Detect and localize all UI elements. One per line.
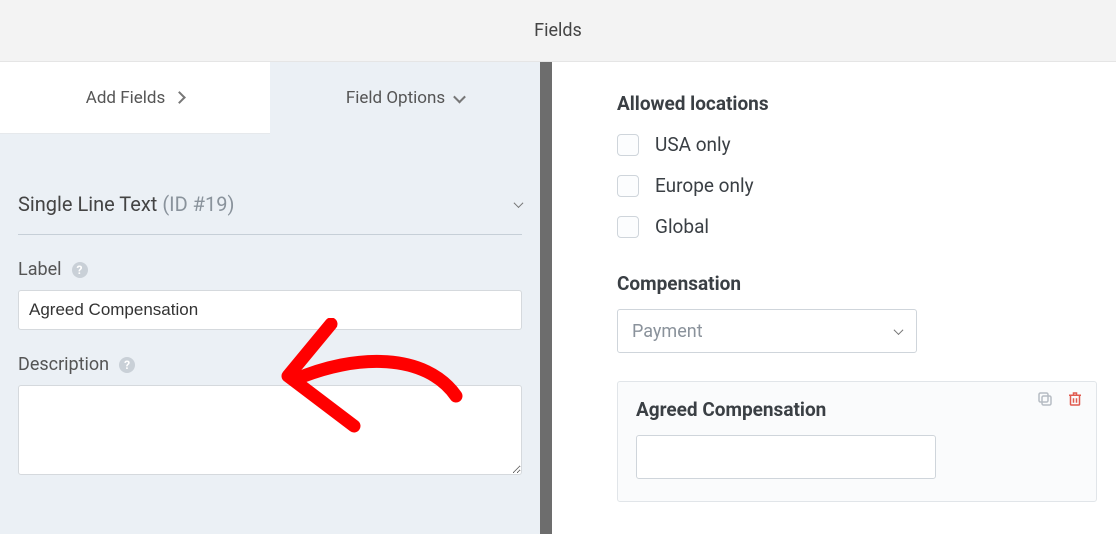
tab-field-options[interactable]: Field Options: [270, 62, 540, 134]
help-icon[interactable]: ?: [72, 262, 88, 278]
tab-field-options-label: Field Options: [346, 88, 445, 108]
tab-add-fields[interactable]: Add Fields: [0, 62, 270, 134]
checkbox-row-usa[interactable]: USA only: [617, 133, 1116, 156]
compensation-select-value: Payment: [632, 321, 703, 342]
help-icon[interactable]: ?: [119, 357, 135, 373]
compensation-title: Compensation: [617, 272, 1116, 295]
checkbox[interactable]: [617, 134, 639, 156]
chevron-down-icon: [514, 198, 524, 208]
trash-icon[interactable]: [1064, 388, 1086, 410]
preview-field-input[interactable]: [636, 435, 936, 479]
left-panel: Add Fields Field Options Single Line Tex…: [0, 62, 540, 534]
tab-add-fields-label: Add Fields: [86, 88, 166, 108]
chevron-right-icon: [173, 91, 186, 104]
preview-field-title: Agreed Compensation: [636, 398, 1078, 421]
checkbox-row-global[interactable]: Global: [617, 215, 1116, 238]
tabs: Add Fields Field Options: [0, 62, 540, 134]
preview-field-agreed-compensation[interactable]: Agreed Compensation: [617, 381, 1097, 502]
field-id-label: (ID #19): [162, 192, 234, 216]
label-heading: Label: [18, 259, 62, 280]
compensation-select[interactable]: Payment: [617, 309, 917, 353]
checkbox-row-europe[interactable]: Europe only: [617, 174, 1116, 197]
page-title: Fields: [0, 0, 1116, 62]
label-input[interactable]: [18, 290, 522, 330]
description-textarea[interactable]: [18, 385, 522, 475]
description-heading: Description: [18, 354, 109, 375]
checkbox-label: Europe only: [655, 174, 754, 197]
field-type-header[interactable]: Single Line Text (ID #19): [18, 192, 522, 235]
chevron-down-icon: [453, 90, 466, 103]
allowed-locations-title: Allowed locations: [617, 92, 1116, 115]
checkbox-label: Global: [655, 215, 709, 238]
checkbox[interactable]: [617, 216, 639, 238]
right-panel: Allowed locations USA only Europe only G…: [552, 62, 1116, 534]
duplicate-icon[interactable]: [1034, 388, 1056, 410]
field-type-name: Single Line Text: [18, 192, 157, 216]
checkbox-label: USA only: [655, 133, 731, 156]
checkbox[interactable]: [617, 175, 639, 197]
chevron-down-icon: [894, 325, 904, 335]
panel-divider[interactable]: [540, 62, 552, 534]
